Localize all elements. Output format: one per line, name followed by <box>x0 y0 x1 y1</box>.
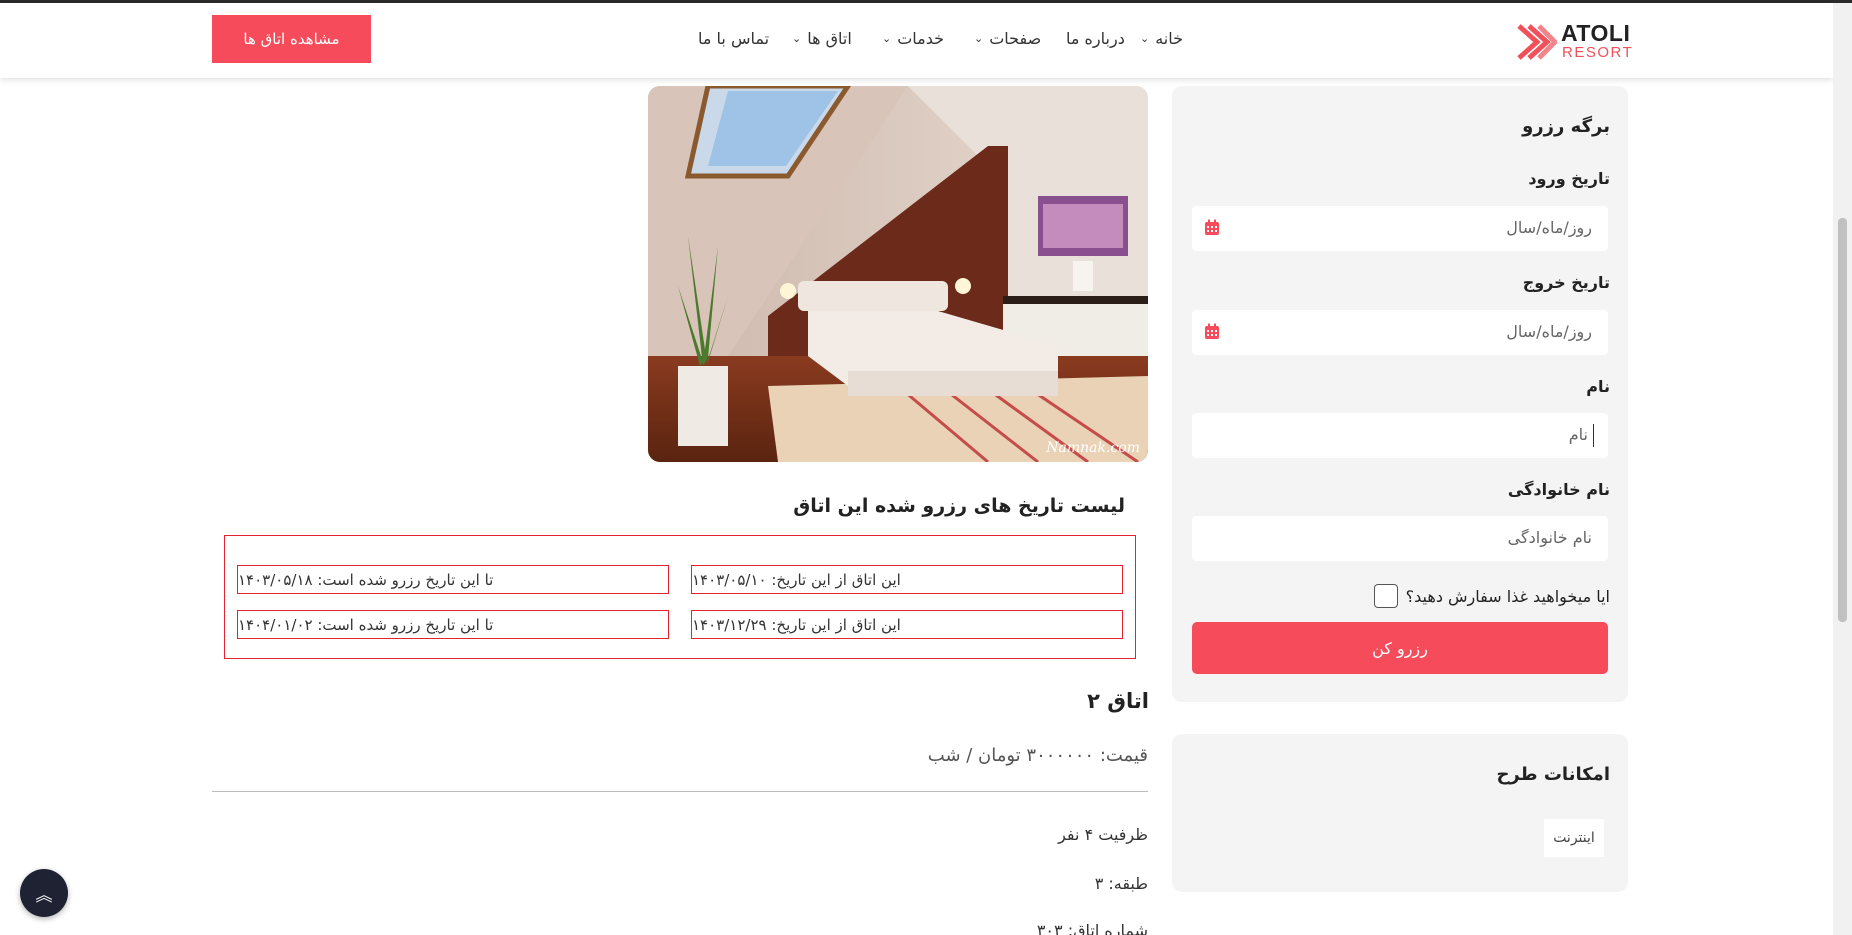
reserve-button[interactable]: رزرو کن <box>1192 622 1608 674</box>
divider <box>212 791 1148 792</box>
reserved-to-cell: تا این تاریخ رزرو شده است: ۱۴۰۳/۰۵/۱۸ <box>237 565 669 594</box>
chevron-down-icon: ⌄ <box>974 32 984 45</box>
food-order-checkbox[interactable] <box>1373 584 1398 608</box>
food-order-row: ایا میخواهید غذا سفارش دهید؟ <box>1373 584 1610 608</box>
nav-item-rooms[interactable]: ⌄ اتاق ها <box>792 29 852 48</box>
reserved-from-cell: این اتاق از این تاریخ: ۱۴۰۳/۰۵/۱۰ <box>691 565 1123 594</box>
family-name-input[interactable]: نام خانوادگی <box>1192 516 1608 561</box>
logo-text: ATOLI <box>1561 20 1631 46</box>
checkin-date-input[interactable]: روز/ماه/سال <box>1192 206 1608 251</box>
bedroom-photo <box>648 86 1148 462</box>
nav-item-home[interactable]: ⌄ خانه <box>1140 29 1183 48</box>
reserved-to-text: تا این تاریخ رزرو شده است: ۱۴۰۴/۰۱/۰۲ <box>238 615 494 634</box>
reserved-from-cell: این اتاق از این تاریخ: ۱۴۰۳/۱۲/۲۹ <box>691 610 1123 639</box>
nav-label: اتاق ها <box>807 29 852 48</box>
nav-item-services[interactable]: ⌄ خدمات <box>882 29 944 48</box>
checkin-placeholder: روز/ماه/سال <box>1506 218 1592 237</box>
calendar-icon[interactable] <box>1204 219 1220 236</box>
family-label: نام خانوادگی <box>1507 480 1610 499</box>
back-to-top-button[interactable]: ︽ <box>20 869 68 917</box>
logo-mark-icon <box>1517 24 1557 60</box>
chevron-down-icon: ⌄ <box>792 32 802 45</box>
checkout-placeholder: روز/ماه/سال <box>1506 322 1592 341</box>
reserved-to-cell: تا این تاریخ رزرو شده است: ۱۴۰۴/۰۱/۰۲ <box>237 610 669 639</box>
reserved-from-text: این اتاق از این تاریخ: ۱۴۰۳/۰۵/۱۰ <box>692 570 901 589</box>
reserved-dates-title: لیست تاریخ های رزرو شده این اتاق <box>793 495 1125 517</box>
chevron-up-double-icon: ︽ <box>35 885 53 906</box>
family-placeholder: نام خانوادگی <box>1507 528 1592 547</box>
booking-title: برگه رزرو <box>1522 116 1610 137</box>
image-watermark: Namnak.com <box>1046 440 1140 456</box>
checkout-date-input[interactable]: روز/ماه/سال <box>1192 310 1608 355</box>
nav-label: خانه <box>1155 29 1184 48</box>
amenities-card: امکانات طرح اینترنت <box>1172 734 1628 892</box>
checkin-label: تاریخ ورود <box>1528 169 1610 188</box>
amenities-title: امکانات طرح <box>1496 764 1610 785</box>
room-image: Namnak.com <box>648 86 1148 462</box>
name-label: نام <box>1586 377 1610 396</box>
amenity-tag: اینترنت <box>1544 819 1604 857</box>
view-rooms-button[interactable]: مشاهده اتاق ها <box>212 15 371 63</box>
nav-item-contact[interactable]: تماس با ما <box>698 29 769 48</box>
booking-form-card: برگه رزرو تاریخ ورود روز/ماه/سال تاریخ خ… <box>1172 86 1628 702</box>
room-capacity: ظرفیت ۴ نفر <box>1058 825 1148 844</box>
nav-item-pages[interactable]: ⌄ صفحات <box>974 29 1041 48</box>
checkout-label: تاریخ خروج <box>1522 273 1610 292</box>
chevron-down-icon: ⌄ <box>1140 32 1150 45</box>
scrollbar-thumb[interactable] <box>1838 218 1847 622</box>
logo[interactable]: ATOLI RESORT <box>1517 20 1632 64</box>
nav-label: خدمات <box>897 29 945 48</box>
name-placeholder: نام <box>1568 425 1588 444</box>
nav-label: صفحات <box>989 29 1042 48</box>
reserved-to-text: تا این تاریخ رزرو شده است: ۱۴۰۳/۰۵/۱۸ <box>238 570 494 589</box>
site-header: ATOLI RESORT ⌄ خانه درباره ما ⌄ صفحات ⌄ … <box>0 3 1833 78</box>
text-cursor <box>1593 424 1594 447</box>
room-price: قیمت: ۳۰۰۰۰۰۰ تومان / شب <box>927 745 1148 766</box>
nav-label: تماس با ما <box>698 29 770 48</box>
nav-label: درباره ما <box>1066 29 1125 48</box>
logo-subtext: RESORT <box>1562 44 1634 61</box>
reserved-dates-box: این اتاق از این تاریخ: ۱۴۰۳/۰۵/۱۰ تا این… <box>224 535 1136 659</box>
reserved-from-text: این اتاق از این تاریخ: ۱۴۰۳/۱۲/۲۹ <box>692 615 901 634</box>
food-order-label: ایا میخواهید غذا سفارش دهید؟ <box>1405 586 1610 606</box>
nav-item-about[interactable]: درباره ما <box>1066 29 1125 48</box>
room-number: شماره اتاق: ۳۰۳ <box>1036 921 1148 935</box>
room-title: اتاق ۲ <box>1087 689 1149 713</box>
room-floor: طبقه: ۳ <box>1094 874 1148 893</box>
chevron-down-icon: ⌄ <box>882 32 892 45</box>
calendar-icon[interactable] <box>1204 323 1220 340</box>
name-input[interactable]: نام <box>1192 413 1608 458</box>
